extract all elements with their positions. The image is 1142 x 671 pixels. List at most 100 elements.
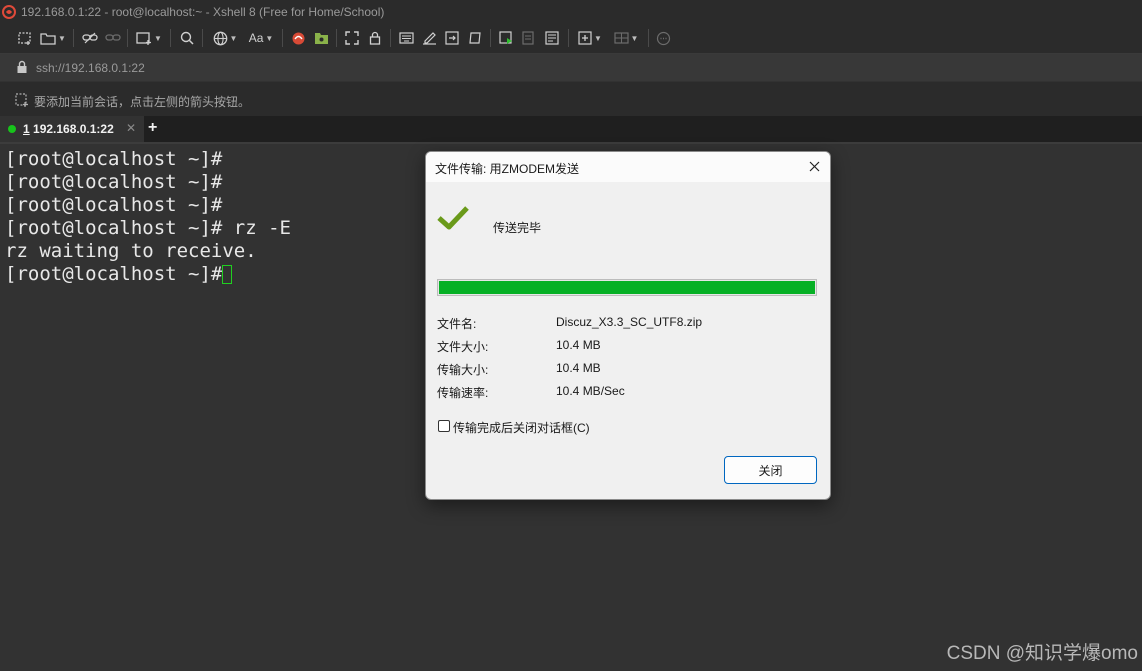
font-button[interactable]: Aa ▼: [246, 28, 276, 48]
progress-fill: [439, 281, 815, 294]
xagent-icon: [314, 33, 328, 44]
new-session-icon: [18, 32, 31, 45]
chevron-down-icon: ▼: [154, 33, 162, 43]
progress-bar: [437, 279, 817, 296]
tab-bar: 1 192.168.0.1:22 ✕ +: [0, 116, 1142, 144]
watermark: CSDN @知识学爆omo: [946, 643, 1138, 664]
file-size-label: 文件大小:: [437, 340, 489, 354]
terminal-line: [root@localhost ~]#: [5, 263, 234, 285]
tunnel-button[interactable]: [496, 28, 516, 48]
chevron-down-icon: ▼: [265, 33, 274, 43]
notes-button[interactable]: [542, 28, 562, 48]
window-title: 192.168.0.1:22 - root@localhost:~ - Xshe…: [21, 5, 385, 19]
xftp-button[interactable]: [288, 28, 308, 48]
chat-icon: [656, 31, 670, 45]
add-icon: [578, 31, 592, 45]
toolbar-separator: [282, 29, 283, 47]
lock-icon: [369, 31, 381, 45]
address-text: ssh://192.168.0.1:22: [36, 61, 145, 75]
script-button[interactable]: [442, 28, 462, 48]
toolbar-separator: [336, 29, 337, 47]
toolbar-separator: [490, 29, 491, 47]
fullscreen-button[interactable]: [342, 28, 362, 48]
find-button[interactable]: [177, 28, 197, 48]
toolbar-separator: [127, 29, 128, 47]
new-window-icon: [136, 32, 152, 45]
tab-number: 1: [23, 122, 30, 136]
toolbar-separator: [390, 29, 391, 47]
tunnel-icon: [498, 31, 512, 44]
file-transfer-dialog: 文件传输: 用ZMODEM发送 传送完毕 文件名: Discuz_X3.3_SC…: [425, 151, 831, 500]
tab-title: 192.168.0.1:22: [33, 122, 114, 136]
compose-icon: [422, 32, 436, 45]
script-icon: [445, 31, 459, 45]
transfer-rate-label: 传输速率:: [437, 386, 489, 400]
layout-icon: [613, 32, 629, 44]
chevron-down-icon: ▼: [58, 33, 66, 43]
encoding-button[interactable]: ▼: [209, 28, 241, 48]
chevron-down-icon: ▼: [630, 33, 639, 43]
terminal-line: rz waiting to receive.: [5, 240, 257, 262]
layout-button[interactable]: ▼: [610, 28, 642, 48]
session-hint-bar: 要添加当前会话，点击左侧的箭头按钮。: [0, 82, 1142, 116]
fullscreen-icon: [345, 31, 359, 45]
log-icon: [522, 31, 534, 45]
hint-text: 要添加当前会话，点击左侧的箭头按钮。: [34, 95, 251, 109]
lock-button[interactable]: [365, 28, 385, 48]
compose-button[interactable]: [419, 28, 439, 48]
close-button[interactable]: 关闭: [724, 456, 817, 484]
file-size-value: 10.4 MB: [556, 338, 601, 352]
terminal-line: [root@localhost ~]#: [5, 171, 223, 193]
keyboard-button[interactable]: [396, 28, 416, 48]
disconnect-button[interactable]: [103, 28, 123, 48]
file-name-label: 文件名:: [437, 317, 477, 331]
open-session-button[interactable]: ▼: [38, 28, 68, 48]
notes-icon: [545, 31, 559, 45]
add-button[interactable]: ▼: [574, 28, 606, 48]
font-icon: Aa: [248, 31, 264, 45]
checkmark-icon: [437, 206, 469, 230]
session-tab[interactable]: 1 192.168.0.1:22 ✕: [0, 116, 144, 142]
toolbar-separator: [568, 29, 569, 47]
toolbar-separator: [202, 29, 203, 47]
new-session-button[interactable]: [12, 28, 38, 48]
search-icon: [180, 31, 194, 45]
close-icon: [809, 161, 819, 171]
new-window-button[interactable]: ▼: [134, 28, 164, 48]
chat-button[interactable]: [653, 28, 673, 48]
lock-icon: [17, 60, 27, 73]
transferred-size-label: 传输大小:: [437, 363, 489, 377]
terminal-cursor: [222, 265, 232, 284]
chevron-down-icon: ▼: [594, 33, 602, 43]
title-bar: 192.168.0.1:22 - root@localhost:~ - Xshe…: [0, 0, 1142, 24]
arrange-button[interactable]: [465, 28, 485, 48]
dialog-title: 文件传输: 用ZMODEM发送: [435, 162, 579, 176]
xagent-button[interactable]: [311, 28, 331, 48]
terminal-line: [root@localhost ~]#: [5, 148, 223, 170]
toolbar-separator: [170, 29, 171, 47]
toolbar-separator: [648, 29, 649, 47]
keyboard-icon: [398, 32, 414, 44]
close-icon[interactable]: ✕: [126, 121, 136, 135]
transfer-status: 传送完毕: [493, 221, 542, 235]
link-icon: [82, 32, 98, 44]
add-tab-icon[interactable]: +: [148, 119, 157, 137]
toolbar: ▼ ▼ ▼ Aa ▼ ▼ ▼: [0, 24, 1142, 54]
reconnect-button[interactable]: [80, 28, 100, 48]
auto-close-checkbox[interactable]: [438, 420, 450, 432]
dialog-close-button[interactable]: [804, 157, 824, 175]
terminal-line: [root@localhost ~]#: [5, 194, 223, 216]
xshell-logo-icon: [2, 5, 16, 19]
chevron-down-icon: ▼: [229, 33, 238, 43]
unlink-icon: [105, 34, 121, 41]
arrange-icon: [469, 32, 481, 44]
toolbar-separator: [73, 29, 74, 47]
xftp-icon: [292, 32, 304, 44]
add-session-icon[interactable]: [15, 93, 29, 107]
file-name-value: Discuz_X3.3_SC_UTF8.zip: [556, 315, 703, 329]
open-folder-icon: [40, 33, 56, 45]
log-button[interactable]: [519, 28, 539, 48]
address-bar[interactable]: ssh://192.168.0.1:22: [0, 54, 1142, 81]
auto-close-label[interactable]: 传输完成后关闭对话框(C): [453, 419, 590, 436]
connection-status-dot: [8, 125, 16, 133]
